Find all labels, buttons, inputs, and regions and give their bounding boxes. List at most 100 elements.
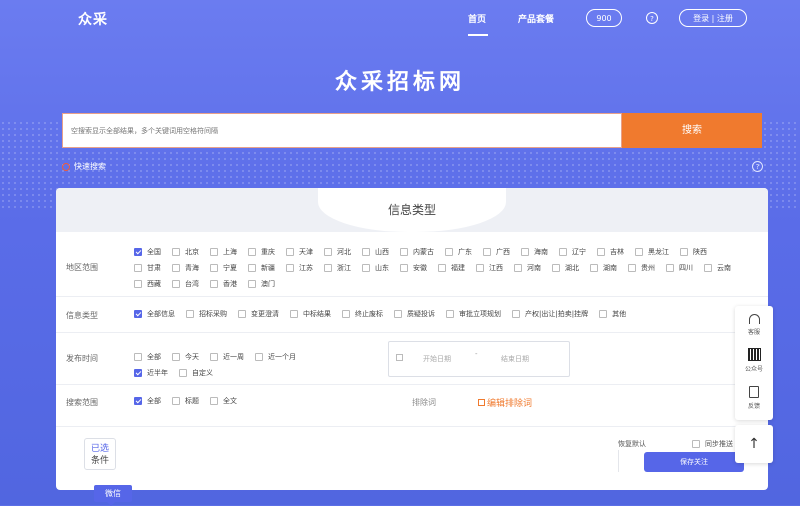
publish-time-option[interactable]: 全部	[134, 349, 161, 365]
region-option[interactable]: 台湾	[172, 276, 199, 292]
region-checkbox[interactable]	[324, 248, 332, 256]
search-scope-option[interactable]: 标题	[172, 393, 199, 409]
publish-time-option[interactable]: 近半年	[134, 365, 168, 381]
region-option[interactable]: 澳门	[248, 276, 275, 292]
info-type-checkbox[interactable]	[238, 310, 246, 318]
edit-exclude-words-button[interactable]: 编辑排除词	[478, 396, 532, 409]
region-checkbox[interactable]	[210, 248, 218, 256]
region-checkbox[interactable]	[400, 264, 408, 272]
selected-conditions-button[interactable]: 已选 条件	[84, 438, 116, 470]
region-option[interactable]: 海南	[521, 244, 548, 260]
info-type-checkbox[interactable]	[394, 310, 402, 318]
search-scope-option[interactable]: 全文	[210, 393, 237, 409]
info-type-option[interactable]: 全部信息	[134, 306, 175, 322]
region-option[interactable]: 天津	[286, 244, 313, 260]
region-checkbox[interactable]	[362, 264, 370, 272]
publish-time-option[interactable]: 今天	[172, 349, 199, 365]
region-checkbox[interactable]	[476, 264, 484, 272]
publish-time-option[interactable]: 近一个月	[255, 349, 296, 365]
publish-time-checkbox[interactable]	[134, 369, 142, 377]
logo[interactable]: 众采	[78, 9, 108, 29]
region-option[interactable]: 全国	[134, 244, 161, 260]
publish-time-option[interactable]: 近一周	[210, 349, 244, 365]
region-option[interactable]: 西藏	[134, 276, 161, 292]
region-checkbox[interactable]	[248, 280, 256, 288]
start-date-input[interactable]: 开始日期	[423, 354, 451, 364]
region-checkbox[interactable]	[134, 248, 142, 256]
region-option[interactable]: 湖南	[590, 260, 617, 276]
search-scope-checkbox[interactable]	[134, 397, 142, 405]
region-checkbox[interactable]	[704, 264, 712, 272]
region-checkbox[interactable]	[324, 264, 332, 272]
search-scope-option[interactable]: 全部	[134, 393, 161, 409]
region-checkbox[interactable]	[210, 280, 218, 288]
region-option[interactable]: 内蒙古	[400, 244, 434, 260]
region-option[interactable]: 江西	[476, 260, 503, 276]
publish-time-option[interactable]: 自定义	[179, 365, 213, 381]
info-type-option[interactable]: 招标采购	[186, 306, 227, 322]
search-scope-checkbox[interactable]	[210, 397, 218, 405]
quick-search-link[interactable]: 快速搜索	[62, 161, 106, 172]
login-register-button[interactable]: 登录 | 注册	[679, 9, 747, 27]
region-option[interactable]: 广西	[483, 244, 510, 260]
wechat-tab[interactable]: 微信	[94, 485, 132, 502]
info-type-option[interactable]: 中标结果	[290, 306, 331, 322]
info-type-option[interactable]: 终止废标	[342, 306, 383, 322]
feedback-button[interactable]: 反馈	[735, 386, 773, 410]
region-checkbox[interactable]	[521, 248, 529, 256]
save-follow-button[interactable]: 保存关注	[644, 452, 744, 472]
region-checkbox[interactable]	[134, 264, 142, 272]
region-option[interactable]: 宁夏	[210, 260, 237, 276]
region-checkbox[interactable]	[400, 248, 408, 256]
region-checkbox[interactable]	[286, 264, 294, 272]
region-checkbox[interactable]	[590, 264, 598, 272]
region-checkbox[interactable]	[635, 248, 643, 256]
region-checkbox[interactable]	[514, 264, 522, 272]
info-type-checkbox[interactable]	[599, 310, 608, 318]
info-type-checkbox[interactable]	[134, 310, 142, 318]
region-option[interactable]: 辽宁	[559, 244, 586, 260]
region-option[interactable]: 贵州	[628, 260, 655, 276]
region-option[interactable]: 江苏	[286, 260, 313, 276]
region-checkbox[interactable]	[552, 264, 560, 272]
region-checkbox[interactable]	[172, 248, 180, 256]
region-option[interactable]: 新疆	[248, 260, 275, 276]
info-type-checkbox[interactable]	[186, 310, 194, 318]
region-checkbox[interactable]	[438, 264, 446, 272]
region-checkbox[interactable]	[445, 248, 453, 256]
region-option[interactable]: 湖北	[552, 260, 579, 276]
date-range-picker[interactable]: 开始日期 - 结束日期	[388, 341, 570, 377]
publish-time-checkbox[interactable]	[210, 353, 218, 361]
region-option[interactable]: 广东	[445, 244, 472, 260]
sync-push-checkbox-box[interactable]	[692, 440, 700, 448]
region-option[interactable]: 浙江	[324, 260, 351, 276]
publish-time-checkbox[interactable]	[172, 353, 180, 361]
official-account-button[interactable]: 公众号	[735, 348, 773, 373]
region-option[interactable]: 北京	[172, 244, 199, 260]
info-type-checkbox[interactable]	[290, 310, 298, 318]
region-checkbox[interactable]	[248, 264, 256, 272]
region-checkbox[interactable]	[680, 248, 688, 256]
region-checkbox[interactable]	[666, 264, 674, 272]
region-option[interactable]: 云南	[704, 260, 731, 276]
region-checkbox[interactable]	[628, 264, 636, 272]
search-input[interactable]	[63, 114, 621, 147]
publish-time-checkbox[interactable]	[179, 369, 187, 377]
region-option[interactable]: 香港	[210, 276, 237, 292]
region-option[interactable]: 吉林	[597, 244, 624, 260]
info-type-checkbox[interactable]	[342, 310, 350, 318]
back-to-top-button[interactable]: ↑	[735, 425, 773, 463]
region-option[interactable]: 安徽	[400, 260, 427, 276]
info-type-checkbox[interactable]	[446, 310, 454, 318]
info-type-option[interactable]: 其他	[599, 306, 626, 322]
region-option[interactable]: 山东	[362, 260, 389, 276]
info-type-option[interactable]: 审批立项规划	[446, 306, 501, 322]
region-checkbox[interactable]	[362, 248, 370, 256]
end-date-input[interactable]: 结束日期	[501, 354, 529, 364]
region-checkbox[interactable]	[248, 248, 256, 256]
restore-default-link[interactable]: 恢复默认	[618, 439, 646, 449]
nav-home[interactable]: 首页	[468, 12, 486, 25]
region-option[interactable]: 福建	[438, 260, 465, 276]
nav-products[interactable]: 产品套餐	[518, 12, 554, 25]
region-checkbox[interactable]	[134, 280, 142, 288]
